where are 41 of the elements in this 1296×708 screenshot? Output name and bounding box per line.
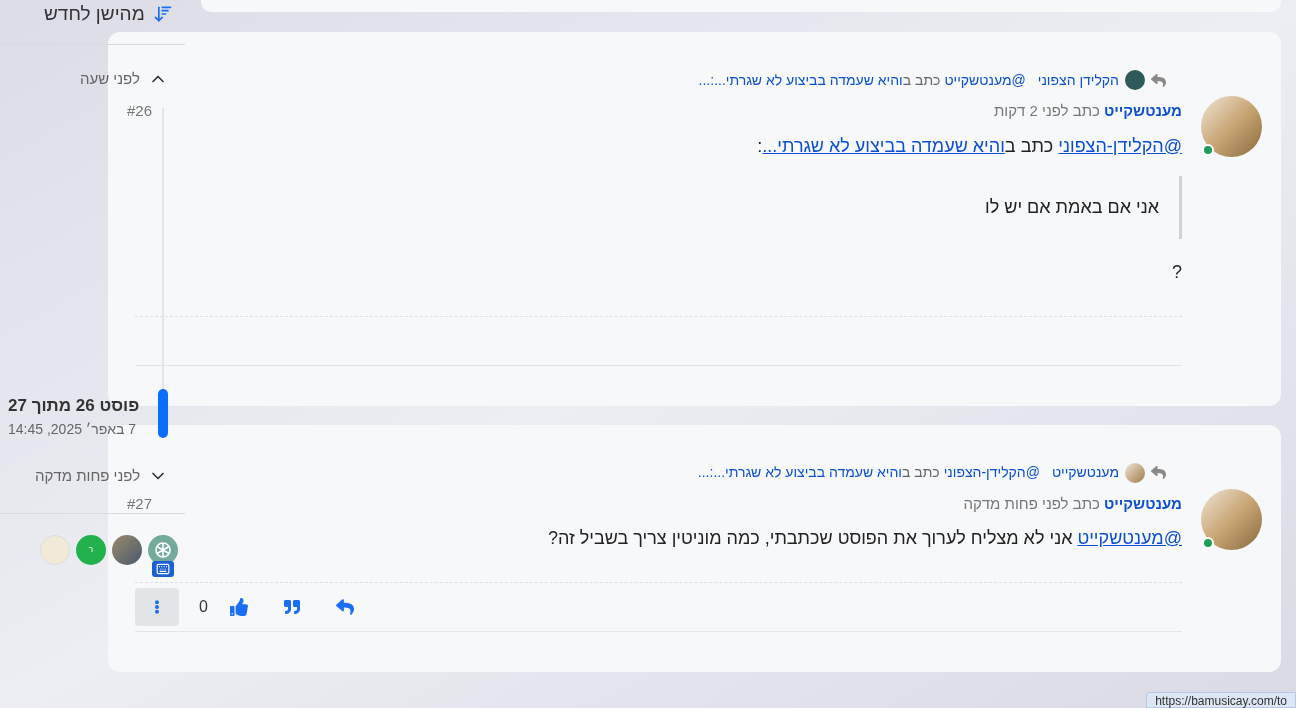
reply-icon <box>335 598 354 616</box>
reply-icon <box>1151 465 1166 480</box>
post-paragraph: @הקלידן-הצפוני כתב בוהיא שעמדה בביצוע לא שגרתי...: <box>756 134 1182 158</box>
post-meta: כתב לפני 2 דקות <box>993 101 1100 121</box>
reply-link[interactable]: והיא שעמדה בביצוע לא שגרתי...:... <box>697 462 902 483</box>
mention-link[interactable]: והיא שעמדה בביצוע לא שגרתי... <box>762 135 1005 156</box>
vote-count: 0 <box>199 597 208 617</box>
post-paragraph: ? <box>1171 260 1182 284</box>
reply-link[interactable]: @הקלידן-הצפוני <box>943 462 1040 483</box>
quote-button[interactable] <box>281 597 302 617</box>
status-url-tooltip: https://bamusicay.com/to <box>1146 692 1296 708</box>
reply-author[interactable]: הקלידן הצפוני <box>1037 69 1119 91</box>
author-link[interactable]: מענטשקייט <box>1103 100 1182 123</box>
timeline-end-button[interactable]: לפני פחות מדקה <box>35 465 169 488</box>
post-number: #26 <box>127 101 153 121</box>
avatar-photo-placeholder[interactable] <box>1201 488 1262 550</box>
reply-text: כתב ב <box>902 463 940 482</box>
reply-author[interactable]: מענטשקייט <box>1051 462 1119 483</box>
reply-icon <box>1151 72 1166 88</box>
mention-link[interactable]: @מענטשקייט <box>1077 528 1182 548</box>
thumbs-up-icon <box>229 598 248 616</box>
keyboard-icon <box>152 561 174 577</box>
timeline-start-button[interactable]: לפני שעה <box>80 68 168 91</box>
knot-logo-icon <box>153 540 173 560</box>
post-number: #27 <box>127 493 153 514</box>
reply-avatar <box>1125 70 1145 90</box>
avatar-photo-placeholder[interactable] <box>1201 96 1262 157</box>
reply-button[interactable] <box>333 596 356 618</box>
upvote-button[interactable] <box>227 596 250 618</box>
timeline-position: פוסט 26 מתוך 27 <box>8 395 140 417</box>
author-link[interactable]: מענטשקייט <box>1103 492 1182 515</box>
timeline-handle[interactable] <box>158 389 168 438</box>
reply-link[interactable]: @מענטשקייט <box>944 69 1026 91</box>
sort-button[interactable]: מהישן לחדש <box>44 0 173 29</box>
quote-icon <box>283 599 300 615</box>
timeline-date: 7 באפר׳ 2025, 14:45 <box>8 419 137 439</box>
reply-text: כתב ב <box>902 70 941 90</box>
post-meta: כתב לפני פחות מדקה <box>963 493 1100 514</box>
reply-avatar <box>1125 462 1145 483</box>
mention-link[interactable]: @הקלידן-הצפוני <box>1058 135 1182 156</box>
reply-link[interactable]: והיא שעמדה בביצוע לא שגרתי...:... <box>698 69 903 91</box>
